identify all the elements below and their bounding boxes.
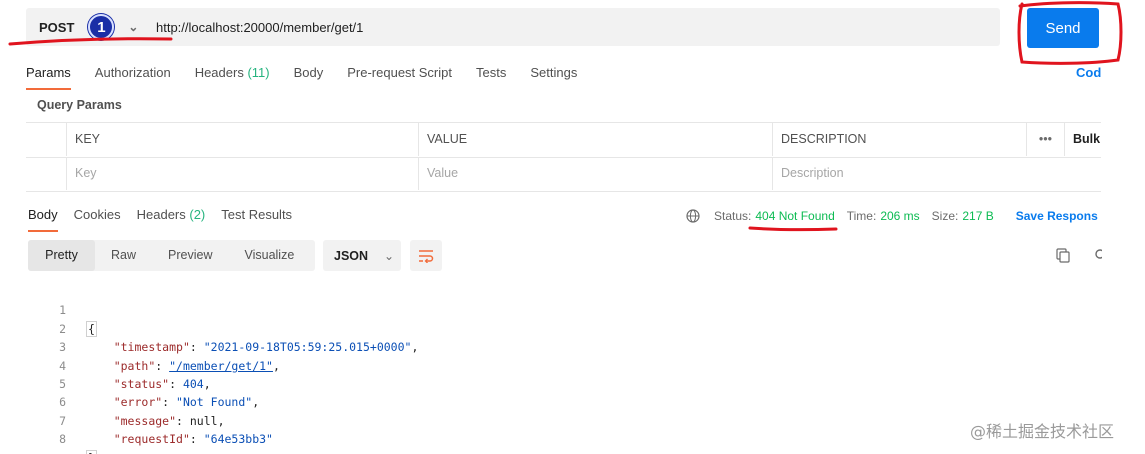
postman-window: POST 1 ⌄ Send Params Authorization Heade… xyxy=(0,0,1145,454)
send-button[interactable]: Send xyxy=(1027,8,1099,48)
code-line: 6 "message": null, xyxy=(28,375,1028,427)
param-value-input[interactable]: Value xyxy=(418,157,772,190)
code-link[interactable]: Cod xyxy=(1076,60,1101,86)
tab-response-body[interactable]: Body xyxy=(28,202,58,232)
tab-body[interactable]: Body xyxy=(294,60,324,88)
chevron-down-icon: ⌄ xyxy=(384,248,395,263)
code-line: 2 "timestamp": "2021-09-18T05:59:25.015+… xyxy=(28,301,1028,354)
chevron-down-icon: ⌄ xyxy=(128,20,139,34)
response-tabs: Body Cookies Headers (2) Test Results xyxy=(28,202,308,232)
table-header-row: KEY VALUE DESCRIPTION ••• Bulk xyxy=(26,123,1101,158)
response-view-switcher: Pretty Raw Preview Visualize xyxy=(28,240,315,271)
column-description: DESCRIPTION xyxy=(772,123,1026,156)
view-raw[interactable]: Raw xyxy=(95,240,152,271)
globe-icon[interactable] xyxy=(686,209,700,223)
param-key-input[interactable]: Key xyxy=(66,157,418,190)
close-brace: } xyxy=(86,449,97,454)
time-label: Time: xyxy=(846,209,877,223)
save-response-button[interactable]: Save Respons xyxy=(1016,209,1102,223)
tab-test-results[interactable]: Test Results xyxy=(221,202,292,230)
request-tabs: Params Authorization Headers (11) Body P… xyxy=(26,60,601,90)
view-pretty[interactable]: Pretty xyxy=(28,240,95,271)
query-params-title: Query Params xyxy=(37,98,122,112)
query-params-table: KEY VALUE DESCRIPTION ••• Bulk Key Value… xyxy=(26,122,1101,192)
code-line: 5 "error": "Not Found", xyxy=(28,357,1028,409)
more-options-icon[interactable]: ••• xyxy=(1026,123,1064,156)
method-select[interactable]: POST 1 ⌄ xyxy=(26,8,144,46)
bulk-edit-link[interactable]: Bulk xyxy=(1064,123,1101,156)
status-label: Status: xyxy=(714,209,752,223)
method-label: POST xyxy=(39,19,75,35)
wrap-lines-icon xyxy=(419,249,434,263)
time-value[interactable]: 206 ms xyxy=(880,209,919,223)
line-number: 8 xyxy=(59,432,66,447)
param-description-input[interactable]: Description xyxy=(772,157,1026,190)
column-value: VALUE xyxy=(418,123,772,156)
view-preview[interactable]: Preview xyxy=(152,240,228,271)
step-badge: 1 xyxy=(88,14,115,40)
tab-cookies[interactable]: Cookies xyxy=(74,202,121,230)
column-key: KEY xyxy=(66,123,418,156)
tab-authorization[interactable]: Authorization xyxy=(95,60,171,88)
json-value: "64e53bb3" xyxy=(203,432,273,447)
response-status-bar: Status: 404 Not Found Time: 206 ms Size:… xyxy=(686,202,1102,230)
table-row: Key Value Description xyxy=(26,157,1101,191)
code-line: 4 "status": 404, xyxy=(28,338,1028,391)
tab-headers[interactable]: Headers (11) xyxy=(195,60,270,88)
size-label: Size: xyxy=(931,209,959,223)
status-value[interactable]: 404 Not Found xyxy=(755,209,834,223)
search-icon[interactable] xyxy=(1094,247,1102,263)
view-visualize[interactable]: Visualize xyxy=(228,240,310,271)
json-key: "requestId" xyxy=(113,432,190,447)
tab-tests[interactable]: Tests xyxy=(476,60,506,88)
watermark: @稀土掘金技术社区 xyxy=(970,422,1115,441)
code-line: 3 "path": "/member/get/1", xyxy=(28,320,1028,372)
size-value[interactable]: 217 B xyxy=(962,209,993,223)
copy-icon[interactable] xyxy=(1055,247,1071,263)
url-input[interactable] xyxy=(144,11,978,43)
wrap-lines-button[interactable] xyxy=(410,240,442,271)
request-url-bar: POST 1 ⌄ xyxy=(26,8,1000,46)
tab-settings[interactable]: Settings xyxy=(530,60,577,88)
tab-pre-request-script[interactable]: Pre-request Script xyxy=(347,60,452,88)
format-select[interactable]: JSON ⌄ xyxy=(323,240,401,271)
response-body-code: 1 { 2 "timestamp": "2021-09-18T05:59:25.… xyxy=(28,283,1028,454)
code-line: 7 "requestId": "64e53bb3" xyxy=(28,393,1028,446)
code-line: 8 } xyxy=(28,412,1028,454)
code-line: 1 { xyxy=(28,283,1028,337)
tab-params[interactable]: Params xyxy=(26,60,71,90)
tab-response-headers[interactable]: Headers (2) xyxy=(137,202,206,230)
format-label: JSON xyxy=(334,248,369,263)
